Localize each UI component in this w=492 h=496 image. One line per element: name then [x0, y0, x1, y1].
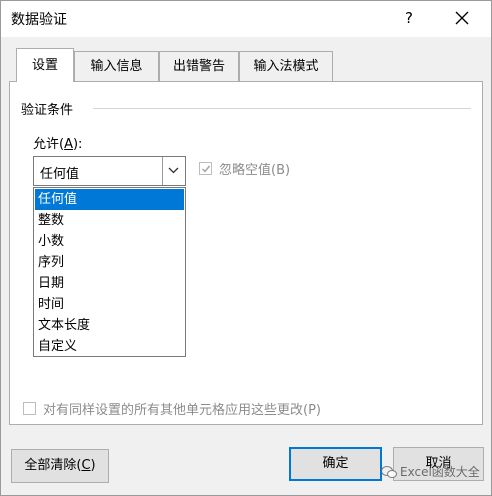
allow-combobox[interactable]: 任何值: [33, 156, 186, 186]
apply-to-all-box[interactable]: [23, 402, 36, 415]
apply-to-all-label: 对有同样设置的所有其他单元格应用这些更改(P): [43, 403, 321, 418]
dropdown-option-any-value[interactable]: 任何值: [35, 189, 184, 210]
validation-criteria-label: 验证条件: [21, 99, 78, 118]
dropdown-option-whole-number[interactable]: 整数: [35, 210, 184, 231]
tab-ime-mode[interactable]: 输入法模式: [239, 51, 333, 81]
data-validation-dialog: 数据验证 ? 设置 输入信息 出错警告 输入法模式 验证条件 允许(A): 任何…: [0, 0, 492, 496]
tab-error-alert[interactable]: 出错警告: [159, 51, 239, 81]
clear-all-button[interactable]: 全部清除(C): [11, 449, 109, 483]
watermark: Excel函数大全: [381, 463, 480, 480]
dropdown-option-decimal[interactable]: 小数: [35, 231, 184, 252]
allow-dropdown-list[interactable]: 任何值 整数 小数 序列 日期 时间 文本长度 自定义: [33, 187, 186, 357]
dialog-title: 数据验证: [11, 12, 67, 28]
close-icon: [455, 11, 469, 25]
dropdown-option-list[interactable]: 序列: [35, 252, 184, 273]
checkmark-icon: [202, 165, 211, 173]
help-button[interactable]: ?: [399, 7, 419, 29]
ignore-blank-label: 忽略空值(B): [219, 163, 291, 178]
allow-label: 允许(A):: [33, 137, 83, 152]
group-divider: [93, 108, 471, 109]
allow-combobox-dropdown-button[interactable]: [162, 157, 185, 185]
dropdown-option-text-length[interactable]: 文本长度: [35, 315, 184, 336]
tab-input-message[interactable]: 输入信息: [74, 51, 159, 81]
dropdown-option-time[interactable]: 时间: [35, 294, 184, 315]
ok-button[interactable]: 确定: [289, 447, 382, 481]
dropdown-option-custom[interactable]: 自定义: [35, 336, 184, 357]
tab-settings[interactable]: 设置: [16, 48, 74, 82]
dropdown-option-date[interactable]: 日期: [35, 273, 184, 294]
chevron-down-icon: [168, 167, 179, 174]
title-bar: 数据验证 ?: [1, 1, 491, 37]
ignore-blank-box[interactable]: [199, 162, 212, 175]
wechat-icon: [381, 466, 397, 478]
allow-combobox-value: 任何值: [40, 167, 80, 182]
close-button[interactable]: [447, 5, 477, 31]
